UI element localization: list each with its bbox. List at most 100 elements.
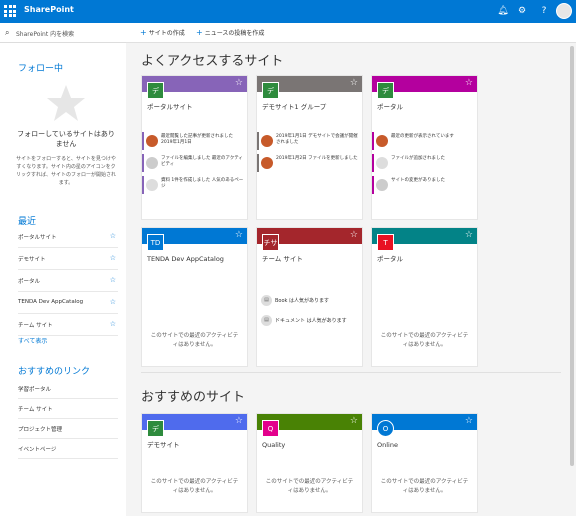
activity-item[interactable]: 資料 1件を作成しました 人気のあるページ: [142, 176, 246, 196]
plus-icon: +: [196, 28, 203, 37]
link-item[interactable]: イベントページ: [18, 439, 118, 459]
suite-header: SharePoint 🔔︎ ⚙ ?: [0, 0, 576, 23]
recommended-links: 学習ポータル チーム サイト プロジェクト管理 イベントページ: [18, 379, 118, 459]
follow-star-icon[interactable]: ☆: [235, 78, 243, 88]
person-avatar: [376, 179, 388, 191]
activity-text: 最近閲覧した記事が更新されました 2019年1月1日: [161, 134, 233, 145]
site-card[interactable]: ☆ O Online このサイトでの最近のアクティビティはありません。: [371, 413, 478, 513]
site-card[interactable]: ☆ TD TENDA Dev AppCatalog このサイトでの最近のアクティビティ…: [141, 227, 248, 367]
site-card[interactable]: ☆ T ポータルこのサイトでの最近のアクティビティはありません。: [371, 227, 478, 367]
site-card[interactable]: ☆ デデモサイトこのサイトでの最近のアクティビティはありません。: [141, 413, 248, 513]
activity-item[interactable]: サイトの変更がありました: [372, 176, 476, 196]
link-item[interactable]: チーム サイト: [18, 399, 118, 419]
site-card[interactable]: ☆ デポータルサイト 最近閲覧した記事が更新されました 2019年1月1日ファイルを…: [141, 75, 248, 220]
site-logo[interactable]: デ: [147, 82, 164, 99]
activity-accent: [257, 154, 259, 172]
popular-item[interactable]: ▤ Book は人気があります: [261, 294, 361, 310]
avatar[interactable]: [556, 3, 572, 19]
activity-item[interactable]: ファイルを編集しました 最近のアクティビティ: [142, 154, 246, 174]
activity-item[interactable]: ファイルが追加されました: [372, 154, 476, 174]
follow-star-icon[interactable]: ☆: [235, 416, 243, 426]
star-icon[interactable]: ☆: [110, 254, 116, 262]
recent-item[interactable]: チーム サイト ☆: [18, 314, 118, 336]
site-card[interactable]: ☆ チサチーム サイト ▤ Book は人気があります ▤ ドキュメント は人気があります: [256, 227, 363, 367]
no-activity-message: このサイトでの最近のアクティビティはありません。: [380, 479, 469, 494]
activity-text: 2019年1月1日 デモサイトで会議が開催されました: [276, 134, 358, 145]
activity-accent: [372, 176, 374, 194]
star-icon[interactable]: ☆: [110, 320, 116, 328]
popular-text: ドキュメント は人気があります: [275, 318, 347, 324]
search-input[interactable]: SharePoint 内を検索: [16, 31, 74, 38]
site-logo[interactable]: チサ: [262, 234, 279, 251]
popular-item[interactable]: ▤ ドキュメント は人気があります: [261, 314, 361, 330]
waffle-icon[interactable]: [4, 5, 16, 17]
follow-star-icon[interactable]: ☆: [350, 78, 358, 88]
no-activity-message: このサイトでの最近のアクティビティはありません。: [150, 479, 239, 494]
site-logo[interactable]: T: [377, 234, 394, 251]
app-name[interactable]: SharePoint: [24, 5, 74, 14]
no-activity-message: このサイトでの最近のアクティビティはありません。: [265, 479, 354, 494]
activity-text: 2019年1月2日 ファイルを更新しました: [276, 156, 358, 161]
star-icon[interactable]: ☆: [110, 232, 116, 240]
follow-star-icon[interactable]: ☆: [465, 230, 473, 240]
star-icon[interactable]: ☆: [110, 276, 116, 284]
activity-item[interactable]: 最近閲覧した記事が更新されました 2019年1月1日: [142, 132, 246, 152]
search-icon: ⌕: [5, 28, 10, 37]
plus-icon: +: [140, 28, 147, 37]
site-name[interactable]: ポータル: [377, 103, 473, 112]
star-icon[interactable]: ☆: [110, 298, 116, 306]
create-site-button[interactable]: + サイトの作成: [140, 28, 185, 37]
scrollbar[interactable]: [570, 46, 574, 466]
site-name[interactable]: デモサイト1 グループ: [262, 103, 358, 112]
site-name[interactable]: デモサイト: [147, 441, 243, 450]
following-empty-message: フォローしているサイトはありません: [17, 130, 115, 148]
recent-item[interactable]: TENDA Dev AppCatalog ☆: [18, 292, 118, 314]
site-card[interactable]: ☆ デポータル最近の更新が表示されています ファイルが追加されましたサイトの変更があ…: [371, 75, 478, 220]
document-icon: [376, 157, 388, 169]
site-name[interactable]: チーム サイト: [262, 255, 358, 264]
help-icon[interactable]: ?: [537, 4, 551, 18]
site-name[interactable]: ポータル: [377, 255, 473, 264]
follow-star-icon[interactable]: ☆: [235, 230, 243, 240]
site-name[interactable]: Online: [377, 441, 473, 450]
follow-star-icon[interactable]: ☆: [350, 230, 358, 240]
site-logo[interactable]: デ: [147, 420, 164, 437]
search-box[interactable]: ⌕ SharePoint 内を検索: [0, 23, 126, 43]
gear-icon[interactable]: ⚙: [515, 4, 529, 18]
site-logo[interactable]: デ: [262, 82, 279, 99]
site-name[interactable]: ポータルサイト: [147, 103, 243, 112]
site-name[interactable]: Quality: [262, 441, 358, 450]
follow-star-icon[interactable]: ☆: [465, 78, 473, 88]
show-all-link[interactable]: すべて表示: [18, 336, 47, 345]
recent-item[interactable]: デモサイト ☆: [18, 248, 118, 270]
create-news-button[interactable]: + ニュースの投稿を作成: [196, 28, 264, 37]
recent-item[interactable]: ポータル ☆: [18, 270, 118, 292]
person-avatar: [146, 157, 158, 169]
link-item[interactable]: 学習ポータル: [18, 379, 118, 399]
document-icon: ▤: [261, 315, 272, 326]
site-logo[interactable]: TD: [147, 234, 164, 251]
activity-text: 最近の更新が表示されています: [391, 134, 454, 139]
activity-accent: [372, 132, 374, 150]
recent-item[interactable]: ポータルサイト ☆: [18, 226, 118, 248]
site-name[interactable]: TENDA Dev AppCatalog: [147, 255, 243, 264]
suggested-sites-heading: おすすめのサイト: [141, 390, 246, 405]
activity-item[interactable]: 最近の更新が表示されています: [372, 132, 476, 152]
activity-text: ファイルが追加されました: [391, 156, 445, 161]
star-icon: [47, 85, 85, 121]
link-item[interactable]: プロジェクト管理: [18, 419, 118, 439]
no-activity-message: このサイトでの最近のアクティビティはありません。: [380, 333, 469, 348]
site-card[interactable]: ☆ Q Quality このサイトでの最近のアクティビティはありません。: [256, 413, 363, 513]
site-logo[interactable]: O: [377, 420, 394, 437]
follow-star-icon[interactable]: ☆: [465, 416, 473, 426]
activity-accent: [142, 154, 144, 172]
activity-item[interactable]: 2019年1月2日 ファイルを更新しました: [257, 154, 361, 174]
bell-icon[interactable]: 🔔︎: [496, 4, 510, 18]
person-avatar: [376, 135, 388, 147]
site-logo[interactable]: Q: [262, 420, 279, 437]
follow-star-icon[interactable]: ☆: [350, 416, 358, 426]
person-avatar: [261, 157, 273, 169]
site-logo[interactable]: デ: [377, 82, 394, 99]
site-card[interactable]: ☆ デデモサイト1 グループ 2019年1月1日 デモサイトで会議が開催されました 2…: [256, 75, 363, 220]
activity-item[interactable]: 2019年1月1日 デモサイトで会議が開催されました: [257, 132, 361, 152]
